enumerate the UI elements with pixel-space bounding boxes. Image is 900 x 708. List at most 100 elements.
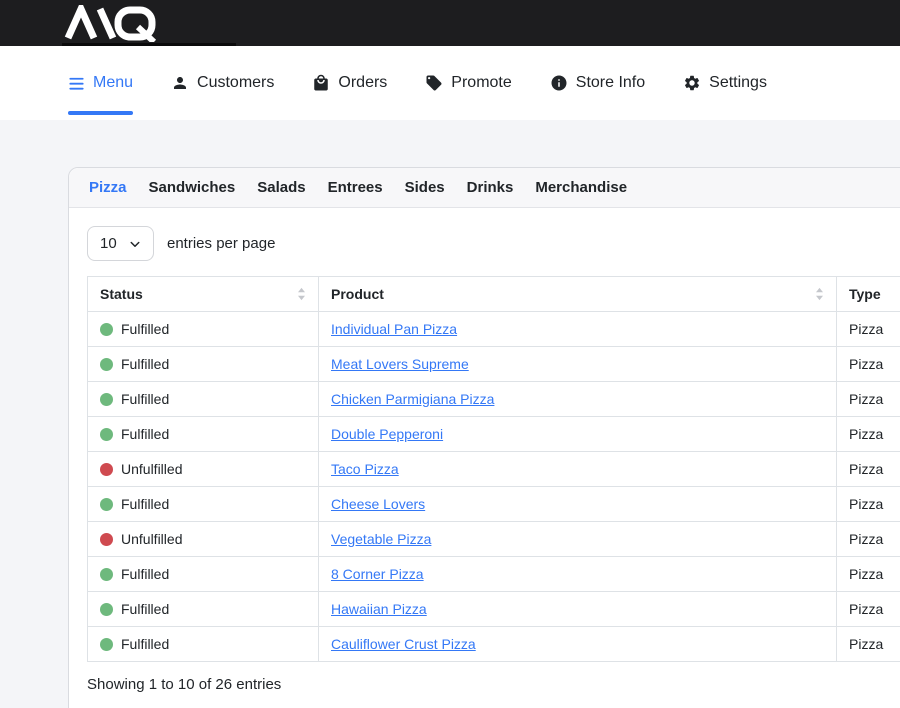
status-cell: Fulfilled [88, 557, 319, 592]
sort-icon[interactable] [815, 287, 824, 301]
product-cell: Meat Lovers Supreme [319, 347, 837, 382]
nav-item-orders[interactable]: Orders [312, 46, 387, 120]
tab-entrees[interactable]: Entrees [328, 179, 383, 196]
column-header-label: Type [849, 286, 881, 302]
type-cell: Pizza [837, 557, 900, 592]
table-row: Fulfilled Chicken Parmigiana Pizza Pizza [88, 382, 900, 417]
status-dot-icon [100, 533, 113, 546]
type-cell: Pizza [837, 347, 900, 382]
status-cell: Fulfilled [88, 592, 319, 627]
nav-item-store-info[interactable]: Store Info [550, 46, 645, 120]
card-body: 10 entries per page Status [69, 208, 900, 708]
status-cell: Fulfilled [88, 487, 319, 522]
type-cell: Pizza [837, 487, 900, 522]
product-cell: 8 Corner Pizza [319, 557, 837, 592]
person-icon [171, 74, 189, 92]
tab-drinks[interactable]: Drinks [467, 179, 514, 196]
type-cell: Pizza [837, 592, 900, 627]
status-label: Fulfilled [121, 601, 169, 617]
status-dot-icon [100, 428, 113, 441]
pagination-summary: Showing 1 to 10 of 26 entries [87, 676, 900, 693]
status-cell: Unfulfilled [88, 522, 319, 557]
menu-card: Pizza Sandwiches Salads Entrees Sides Dr… [68, 167, 900, 708]
nav-item-label: Store Info [576, 74, 645, 92]
sort-icon[interactable] [297, 287, 306, 301]
column-header-status[interactable]: Status [88, 277, 319, 312]
brand-logo-icon [62, 5, 182, 42]
status-dot-icon [100, 358, 113, 371]
type-cell: Pizza [837, 452, 900, 487]
page-content: Pizza Sandwiches Salads Entrees Sides Dr… [0, 120, 900, 708]
tab-pizza[interactable]: Pizza [89, 179, 127, 196]
product-link[interactable]: Cheese Lovers [331, 496, 425, 512]
column-header-product[interactable]: Product [319, 277, 837, 312]
shopping-bag-icon [312, 74, 330, 92]
tab-sides[interactable]: Sides [405, 179, 445, 196]
product-cell: Individual Pan Pizza [319, 312, 837, 347]
status-cell: Fulfilled [88, 312, 319, 347]
nav-item-promote[interactable]: Promote [425, 46, 511, 120]
tag-icon [425, 74, 443, 92]
product-cell: Chicken Parmigiana Pizza [319, 382, 837, 417]
top-bar [0, 0, 900, 46]
table-row: Fulfilled Cheese Lovers Pizza [88, 487, 900, 522]
product-cell: Hawaiian Pizza [319, 592, 837, 627]
status-label: Unfulfilled [121, 531, 182, 547]
nav-item-label: Customers [197, 74, 274, 92]
status-label: Fulfilled [121, 356, 169, 372]
status-dot-icon [100, 498, 113, 511]
status-dot-icon [100, 603, 113, 616]
table-row: Fulfilled Hawaiian Pizza Pizza [88, 592, 900, 627]
nav-item-customers[interactable]: Customers [171, 46, 274, 120]
product-cell: Taco Pizza [319, 452, 837, 487]
type-cell: Pizza [837, 417, 900, 452]
nav-item-label: Settings [709, 74, 767, 92]
product-link[interactable]: Individual Pan Pizza [331, 321, 457, 337]
tab-merchandise[interactable]: Merchandise [535, 179, 627, 196]
product-cell: Cauliflower Crust Pizza [319, 627, 837, 662]
product-cell: Double Pepperoni [319, 417, 837, 452]
product-link[interactable]: Hawaiian Pizza [331, 601, 427, 617]
product-link[interactable]: Chicken Parmigiana Pizza [331, 391, 494, 407]
entries-per-page-label: entries per page [167, 235, 275, 252]
nav-item-settings[interactable]: Settings [683, 46, 767, 120]
table-row: Fulfilled Double Pepperoni Pizza [88, 417, 900, 452]
table-row: Fulfilled 8 Corner Pizza Pizza [88, 557, 900, 592]
product-link[interactable]: 8 Corner Pizza [331, 566, 424, 582]
nav-item-label: Orders [338, 74, 387, 92]
status-dot-icon [100, 638, 113, 651]
nav-item-menu[interactable]: Menu [68, 46, 133, 120]
product-link[interactable]: Meat Lovers Supreme [331, 356, 469, 372]
chevron-down-icon [129, 238, 141, 250]
type-cell: Pizza [837, 522, 900, 557]
status-cell: Fulfilled [88, 627, 319, 662]
page-size-row: 10 entries per page [87, 226, 900, 261]
status-cell: Fulfilled [88, 417, 319, 452]
status-label: Unfulfilled [121, 461, 182, 477]
table-row: Unfulfilled Vegetable Pizza Pizza [88, 522, 900, 557]
hamburger-icon [68, 75, 85, 92]
product-link[interactable]: Cauliflower Crust Pizza [331, 636, 476, 652]
table-row: Fulfilled Meat Lovers Supreme Pizza [88, 347, 900, 382]
column-header-label: Status [100, 286, 143, 302]
status-dot-icon [100, 568, 113, 581]
product-cell: Cheese Lovers [319, 487, 837, 522]
product-link[interactable]: Double Pepperoni [331, 426, 443, 442]
status-cell: Fulfilled [88, 347, 319, 382]
nav-item-label: Menu [93, 74, 133, 92]
tab-sandwiches[interactable]: Sandwiches [149, 179, 236, 196]
products-table: Status Product [87, 276, 900, 662]
status-label: Fulfilled [121, 636, 169, 652]
tab-salads[interactable]: Salads [257, 179, 305, 196]
category-tabs: Pizza Sandwiches Salads Entrees Sides Dr… [69, 168, 900, 208]
gear-icon [683, 74, 701, 92]
page-size-value: 10 [100, 235, 117, 252]
product-cell: Vegetable Pizza [319, 522, 837, 557]
type-cell: Pizza [837, 382, 900, 417]
page-size-select[interactable]: 10 [87, 226, 154, 261]
column-header-type[interactable]: Type [837, 277, 900, 312]
status-dot-icon [100, 393, 113, 406]
status-label: Fulfilled [121, 321, 169, 337]
product-link[interactable]: Vegetable Pizza [331, 531, 431, 547]
product-link[interactable]: Taco Pizza [331, 461, 399, 477]
